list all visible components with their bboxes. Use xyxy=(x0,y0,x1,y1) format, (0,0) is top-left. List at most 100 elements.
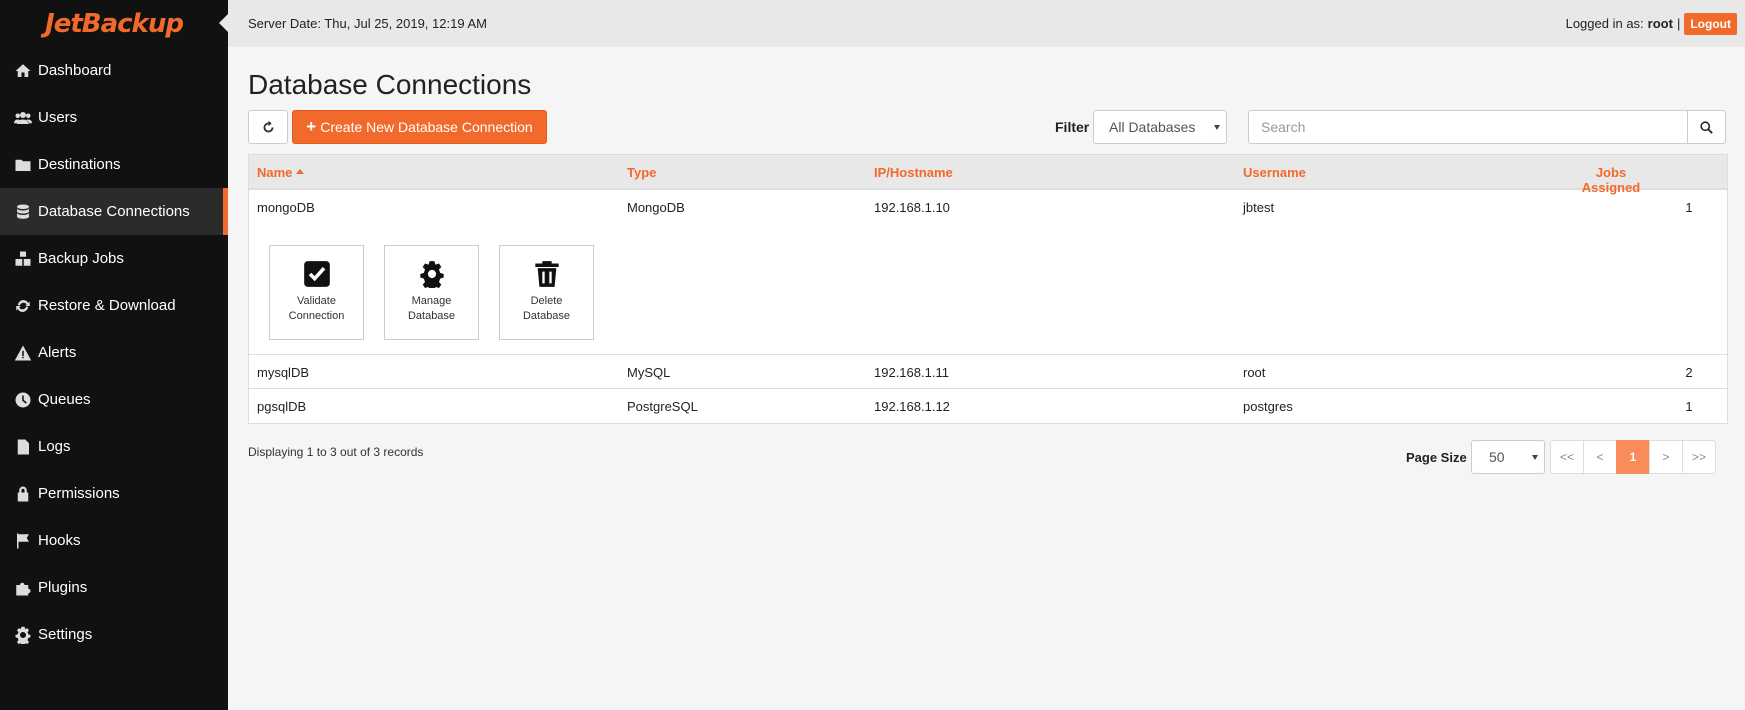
row-actions: Validate Connection Manage Database Dele… xyxy=(269,245,594,340)
sidebar-item-settings[interactable]: Settings xyxy=(0,611,228,658)
sidebar-item-label: Users xyxy=(38,109,78,126)
sidebar-item-label: Database Connections xyxy=(38,203,190,220)
caret-down-icon xyxy=(1214,125,1220,130)
column-header-ip[interactable]: IP/Hostname xyxy=(874,165,953,180)
search-button[interactable] xyxy=(1687,110,1726,144)
delete-database-button[interactable]: Delete Database xyxy=(499,245,594,340)
search-icon xyxy=(1700,120,1713,134)
sort-ascending-icon xyxy=(296,169,305,174)
filter-select[interactable]: All Databases xyxy=(1093,110,1227,144)
cell-name: pgsqlDB xyxy=(257,399,307,414)
logout-button[interactable]: Logout xyxy=(1684,12,1737,35)
logo-text: JetBackup xyxy=(45,8,184,39)
lock-icon xyxy=(13,484,33,504)
page-size-label: Page Size xyxy=(1406,450,1467,465)
cell-type: MySQL xyxy=(627,365,671,380)
table-header: Name Type IP/Hostname Username Jobs Assi… xyxy=(249,155,1727,195)
cell-ip: 192.168.1.11 xyxy=(874,365,949,380)
column-header-name[interactable]: Name xyxy=(257,165,305,180)
cell-jobs: 2 xyxy=(1685,365,1693,380)
cell-type: MongoDB xyxy=(627,200,685,215)
sidebar-item-restore-download[interactable]: Restore & Download xyxy=(0,282,228,329)
page-size-value: 50 xyxy=(1489,449,1505,465)
sidebar-item-label: Backup Jobs xyxy=(38,250,124,267)
create-database-connection-button[interactable]: + Create New Database Connection xyxy=(292,110,547,144)
refresh-icon xyxy=(263,120,273,132)
cell-type: PostgreSQL xyxy=(627,399,698,414)
sidebar-item-label: Logs xyxy=(38,438,71,455)
sidebar-item-alerts[interactable]: Alerts xyxy=(0,329,228,376)
sidebar-item-plugins[interactable]: Plugins xyxy=(0,564,228,611)
sidebar-item-label: Restore & Download xyxy=(38,297,176,314)
trash-icon xyxy=(534,261,559,287)
logo[interactable]: JetBackup xyxy=(0,0,228,47)
logged-in-label: Logged in as: xyxy=(1565,16,1644,31)
first-page-button[interactable]: << xyxy=(1550,440,1584,474)
current-page-button[interactable]: 1 xyxy=(1616,440,1650,474)
page-title: Database Connections xyxy=(248,69,532,100)
cubes-icon xyxy=(13,249,33,269)
warning-icon xyxy=(13,343,33,363)
column-header-username[interactable]: Username xyxy=(1243,165,1306,180)
table-row[interactable]: mysqlDB MySQL 192.168.1.11 root 2 xyxy=(249,355,1727,389)
top-bar: Server Date: Thu, Jul 25, 2019, 12:19 AM… xyxy=(228,0,1745,47)
page-size-select[interactable]: 50 xyxy=(1471,440,1545,474)
sidebar-item-database-connections[interactable]: Database Connections xyxy=(0,188,228,235)
separator: | xyxy=(1676,16,1681,31)
records-count: Displaying 1 to 3 out of 3 records xyxy=(248,445,424,459)
sidebar-item-label: Destinations xyxy=(38,156,121,173)
validate-connection-button[interactable]: Validate Connection xyxy=(269,245,364,340)
folder-icon xyxy=(13,155,33,175)
sidebar-item-backup-jobs[interactable]: Backup Jobs xyxy=(0,235,228,282)
sidebar-item-label: Alerts xyxy=(38,344,77,361)
sidebar-item-queues[interactable]: Queues xyxy=(0,376,228,423)
pagination: << < 1 > >> xyxy=(1550,440,1716,474)
home-icon xyxy=(13,61,33,81)
prev-page-button[interactable]: < xyxy=(1583,440,1617,474)
server-date: Server Date: Thu, Jul 25, 2019, 12:19 AM xyxy=(248,16,487,31)
cell-username: root xyxy=(1243,365,1266,380)
table-row[interactable]: pgsqlDB PostgreSQL 192.168.1.12 postgres… xyxy=(249,389,1727,423)
sidebar-nav: Dashboard Users Destinations Database Co… xyxy=(0,47,228,658)
toolbar: + Create New Database Connection Filter … xyxy=(248,110,1728,144)
sidebar-notch xyxy=(219,14,228,32)
manage-database-label: Manage Database xyxy=(407,295,456,322)
sidebar-item-label: Queues xyxy=(38,391,91,408)
main-content: Database Connections + Create New Databa… xyxy=(248,47,1728,480)
sidebar-item-dashboard[interactable]: Dashboard xyxy=(0,47,228,94)
last-page-button[interactable]: >> xyxy=(1682,440,1716,474)
refresh-icon xyxy=(13,296,33,316)
column-header-type[interactable]: Type xyxy=(627,165,656,180)
database-icon xyxy=(13,202,33,222)
sidebar-item-label: Settings xyxy=(38,626,93,643)
sidebar: JetBackup Dashboard Users Destinations D… xyxy=(0,0,228,710)
cell-username: jbtest xyxy=(1243,200,1275,215)
delete-database-label: Delete Database xyxy=(522,295,571,322)
cell-name: mysqlDB xyxy=(257,365,310,380)
table-footer: Displaying 1 to 3 out of 3 records Page … xyxy=(248,440,1728,480)
cell-jobs: 1 xyxy=(1685,200,1693,215)
next-page-button[interactable]: > xyxy=(1649,440,1683,474)
sidebar-item-destinations[interactable]: Destinations xyxy=(0,141,228,188)
cell-jobs: 1 xyxy=(1685,399,1693,414)
sidebar-item-permissions[interactable]: Permissions xyxy=(0,470,228,517)
gear-icon xyxy=(13,625,33,645)
clock-icon xyxy=(13,390,33,410)
manage-database-button[interactable]: Manage Database xyxy=(384,245,479,340)
table-row[interactable]: mongoDB MongoDB 192.168.1.10 jbtest 1 Va… xyxy=(249,190,1727,355)
cell-username: postgres xyxy=(1243,399,1293,414)
plus-icon: + xyxy=(306,117,317,136)
filter-value: All Databases xyxy=(1109,119,1196,135)
gear-icon xyxy=(419,261,444,288)
refresh-button[interactable] xyxy=(248,110,288,144)
database-connections-table: Name Type IP/Hostname Username Jobs Assi… xyxy=(248,154,1728,424)
sidebar-item-label: Dashboard xyxy=(38,62,112,79)
sidebar-item-users[interactable]: Users xyxy=(0,94,228,141)
users-icon xyxy=(13,108,33,128)
validate-connection-label: Validate Connection xyxy=(288,295,345,322)
search-input[interactable] xyxy=(1248,110,1688,144)
sidebar-item-hooks[interactable]: Hooks xyxy=(0,517,228,564)
create-button-label: Create New Database Connection xyxy=(320,119,533,135)
file-icon xyxy=(13,437,33,457)
sidebar-item-logs[interactable]: Logs xyxy=(0,423,228,470)
